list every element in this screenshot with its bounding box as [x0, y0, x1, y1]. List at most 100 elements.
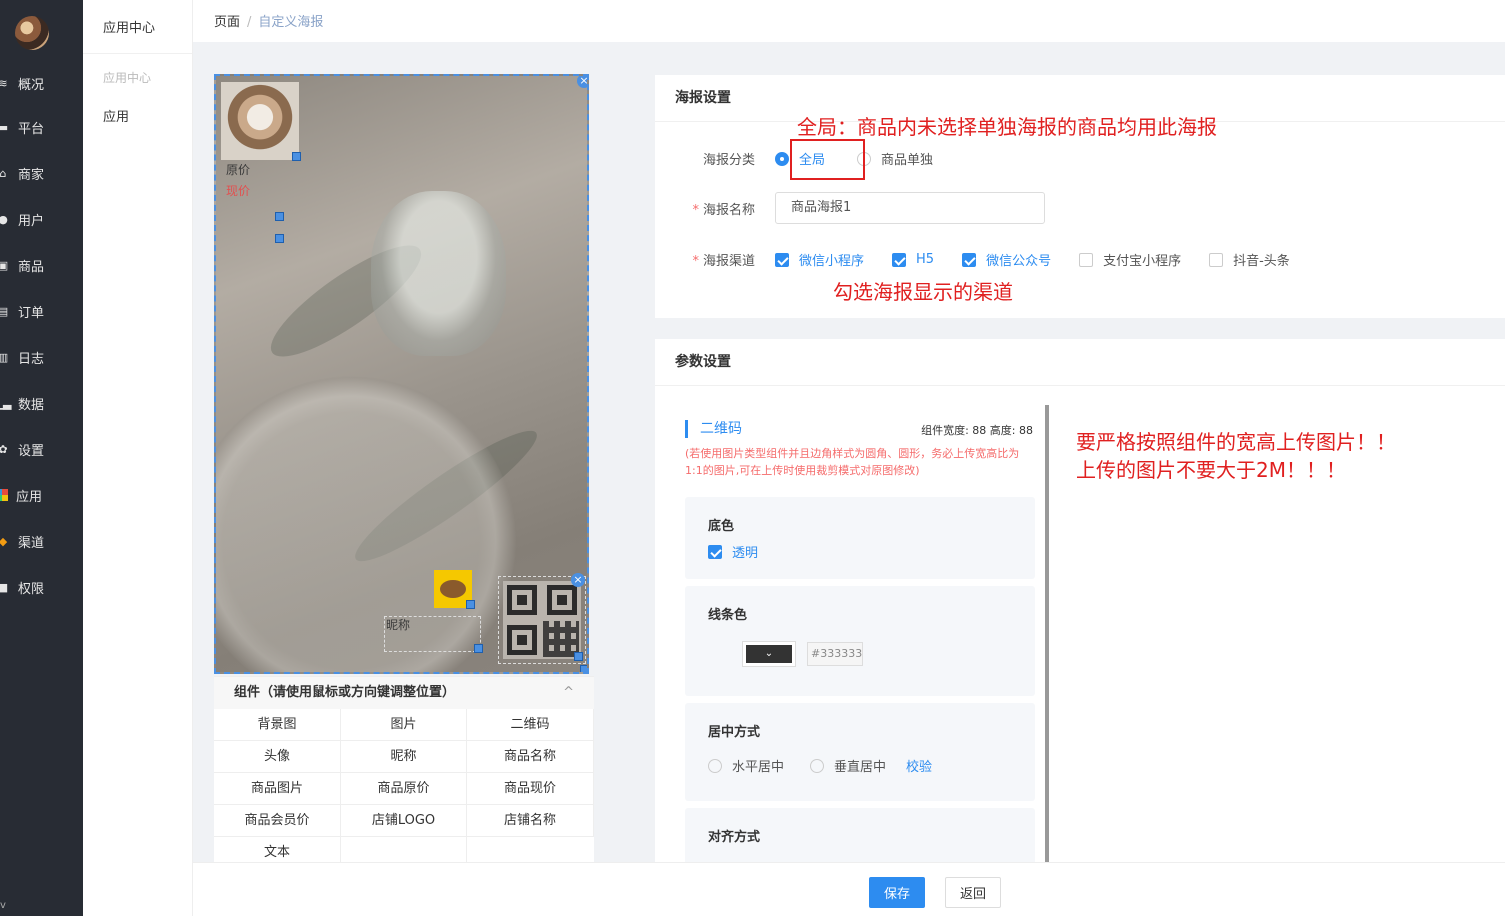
- gear-icon: ✿: [0, 442, 8, 456]
- bar-chart-icon: ▁▃: [0, 396, 12, 410]
- qr-finder: [507, 625, 537, 655]
- chevron-up-icon[interactable]: ^: [563, 677, 574, 709]
- channel-wechat-miniapp-checkbox[interactable]: 微信小程序: [775, 250, 864, 269]
- lock-icon: ■: [0, 580, 9, 594]
- verify-link[interactable]: 校验: [906, 756, 932, 775]
- qrcode-image: [503, 581, 581, 659]
- resize-handle[interactable]: [292, 152, 301, 161]
- line-color-title: 线条色: [708, 608, 748, 623]
- component-image[interactable]: 图片: [341, 709, 467, 741]
- component-avatar[interactable]: 头像: [214, 741, 341, 773]
- component-qrcode[interactable]: 二维码: [467, 709, 594, 741]
- annotation-highlight-box: [790, 139, 865, 180]
- submenu-item-apps[interactable]: 应用: [83, 106, 192, 125]
- footer-bar: 保存 返回: [193, 862, 1505, 916]
- resize-handle[interactable]: [466, 600, 475, 609]
- poster-close-icon[interactable]: ×: [577, 76, 587, 88]
- component-original-price[interactable]: 商品原价: [341, 773, 467, 805]
- resize-handle[interactable]: [275, 212, 284, 221]
- channel-douyin-checkbox[interactable]: 抖音-头条: [1209, 250, 1290, 269]
- qr-finder: [547, 585, 577, 615]
- user-icon: ●: [0, 212, 8, 226]
- sidebar-item-settings[interactable]: ✿ 设置: [0, 437, 83, 461]
- sidebar-item-merchant[interactable]: ⌂ 商家: [0, 161, 83, 185]
- channel-h5-checkbox[interactable]: H5: [892, 252, 934, 267]
- poster-name-input[interactable]: 商品海报1: [775, 192, 1045, 224]
- channel-wechat-official-checkbox[interactable]: 微信公众号: [962, 250, 1051, 269]
- center-horizontal-radio[interactable]: 水平居中: [708, 756, 784, 775]
- channel-alipay-checkbox[interactable]: 支付宝小程序: [1079, 250, 1181, 269]
- name-row: * 海报名称 商品海报1: [655, 192, 1045, 224]
- grid-icon: [0, 489, 8, 501]
- resize-handle[interactable]: [275, 234, 284, 243]
- breadcrumb-root[interactable]: 页面: [214, 15, 240, 30]
- annotation-channel: 勾选海报显示的渠道: [833, 280, 1013, 304]
- poster-canvas[interactable]: 原价 现价 昵称 × ×: [214, 74, 589, 674]
- breadcrumb-current: 自定义海报: [258, 15, 324, 30]
- save-button[interactable]: 保存: [869, 877, 925, 908]
- nickname-text: 昵称: [386, 618, 411, 632]
- component-goods-name[interactable]: 商品名称: [467, 741, 594, 773]
- top-bar: 页面 / 自定义海报: [193, 0, 1505, 42]
- submenu-group-label: 应用中心: [103, 71, 152, 85]
- center-vertical-radio[interactable]: 垂直居中: [810, 756, 886, 775]
- channel-row: * 海报渠道 微信小程序 H5 微信公众号 支付宝小程序 抖音-头条: [655, 250, 1318, 269]
- cube-icon: ◆: [0, 534, 8, 548]
- qrcode-component[interactable]: [498, 576, 586, 664]
- sidebar-item-data[interactable]: ▁▃数据: [0, 391, 83, 415]
- order-icon: ▤: [0, 304, 9, 318]
- component-params-panel: 二维码 组件宽度: 88 高度: 88 (若使用图片类型组件并且边角样式为圆角、…: [685, 405, 1049, 865]
- category-single-radio[interactable]: 商品单独: [857, 149, 933, 168]
- align-mode-section: 对齐方式: [685, 808, 1035, 865]
- component-nickname[interactable]: 昵称: [341, 741, 467, 773]
- monitor-icon: ▬: [0, 120, 9, 134]
- component-goods-image[interactable]: 商品图片: [214, 773, 341, 805]
- sidebar-item-apps[interactable]: 应用: [0, 483, 83, 507]
- center-mode-title: 居中方式: [708, 725, 761, 740]
- log-icon: ▥: [0, 350, 9, 364]
- chevron-down-icon: ⌄: [746, 645, 792, 663]
- sidebar-item-order[interactable]: ▤ 订单: [0, 299, 83, 323]
- annotation-global: 全局：商品内未选择单独海报的商品均用此海报: [797, 115, 1217, 139]
- chart-icon: ≋: [0, 76, 8, 90]
- submenu-title: 应用中心: [83, 0, 192, 54]
- sidebar-item-overview[interactable]: ≋ 概况: [0, 71, 83, 95]
- component-shop-name[interactable]: 店铺名称: [467, 805, 594, 837]
- qr-finder: [507, 585, 537, 615]
- background-glass: [371, 191, 506, 356]
- background-color-title: 底色: [708, 519, 735, 534]
- sidebar-item-goods[interactable]: ▣ 商品: [0, 253, 83, 277]
- back-button[interactable]: 返回: [945, 877, 1001, 908]
- sidebar-item-channel[interactable]: ◆ 渠道: [0, 529, 83, 553]
- component-shop-logo[interactable]: 店铺LOGO: [341, 805, 467, 837]
- category-label: 海报分类: [702, 153, 755, 168]
- sidebar-item-platform[interactable]: ▬ 平台: [0, 115, 83, 139]
- secondary-menu: 应用中心 应用中心 应用: [83, 0, 193, 916]
- transparent-checkbox[interactable]: 透明: [708, 542, 758, 561]
- component-member-price[interactable]: 商品会员价: [214, 805, 341, 837]
- original-price-component[interactable]: 原价: [226, 161, 250, 178]
- sidebar-item-permission[interactable]: ■ 权限: [0, 575, 83, 599]
- current-price-component[interactable]: 现价: [226, 182, 250, 199]
- store-icon: ⌂: [0, 166, 7, 180]
- resize-handle[interactable]: [580, 665, 587, 672]
- goods-image-component[interactable]: [221, 82, 299, 160]
- app-logo[interactable]: [15, 16, 49, 50]
- resize-handle[interactable]: [474, 644, 483, 653]
- background-color-section: 底色 透明: [685, 497, 1035, 579]
- component-hint: (若使用图片类型组件并且边角样式为圆角、圆形，务必上传宽高比为1:1的图片,可在…: [685, 447, 1020, 477]
- param-settings-title: 参数设置: [655, 339, 1505, 386]
- line-color-picker[interactable]: ⌄: [742, 641, 796, 667]
- components-header[interactable]: 组件（请使用鼠标或方向键调整位置） ^: [214, 677, 594, 709]
- annotation-upload-size: 要严格按照组件的宽高上传图片！！: [1076, 430, 1396, 454]
- breadcrumb: 页面 / 自定义海报: [214, 11, 323, 30]
- sidebar-item-log[interactable]: ▥ 日志: [0, 345, 83, 369]
- resize-handle[interactable]: [574, 652, 583, 661]
- sidebar-item-user[interactable]: ● 用户: [0, 207, 83, 231]
- qrcode-close-icon[interactable]: ×: [571, 573, 585, 587]
- component-background[interactable]: 背景图: [214, 709, 341, 741]
- center-mode-section: 居中方式 水平居中 垂直居中 校验: [685, 703, 1035, 801]
- line-color-hex-input[interactable]: #333333: [807, 642, 863, 666]
- main-sidebar: ≋概况 ▬平台 ⌂商家 ●用户 ▣商品 ▤订单 ▥日志 ▁▃数据 ✿设置 应用 …: [0, 0, 83, 916]
- component-current-price[interactable]: 商品现价: [467, 773, 594, 805]
